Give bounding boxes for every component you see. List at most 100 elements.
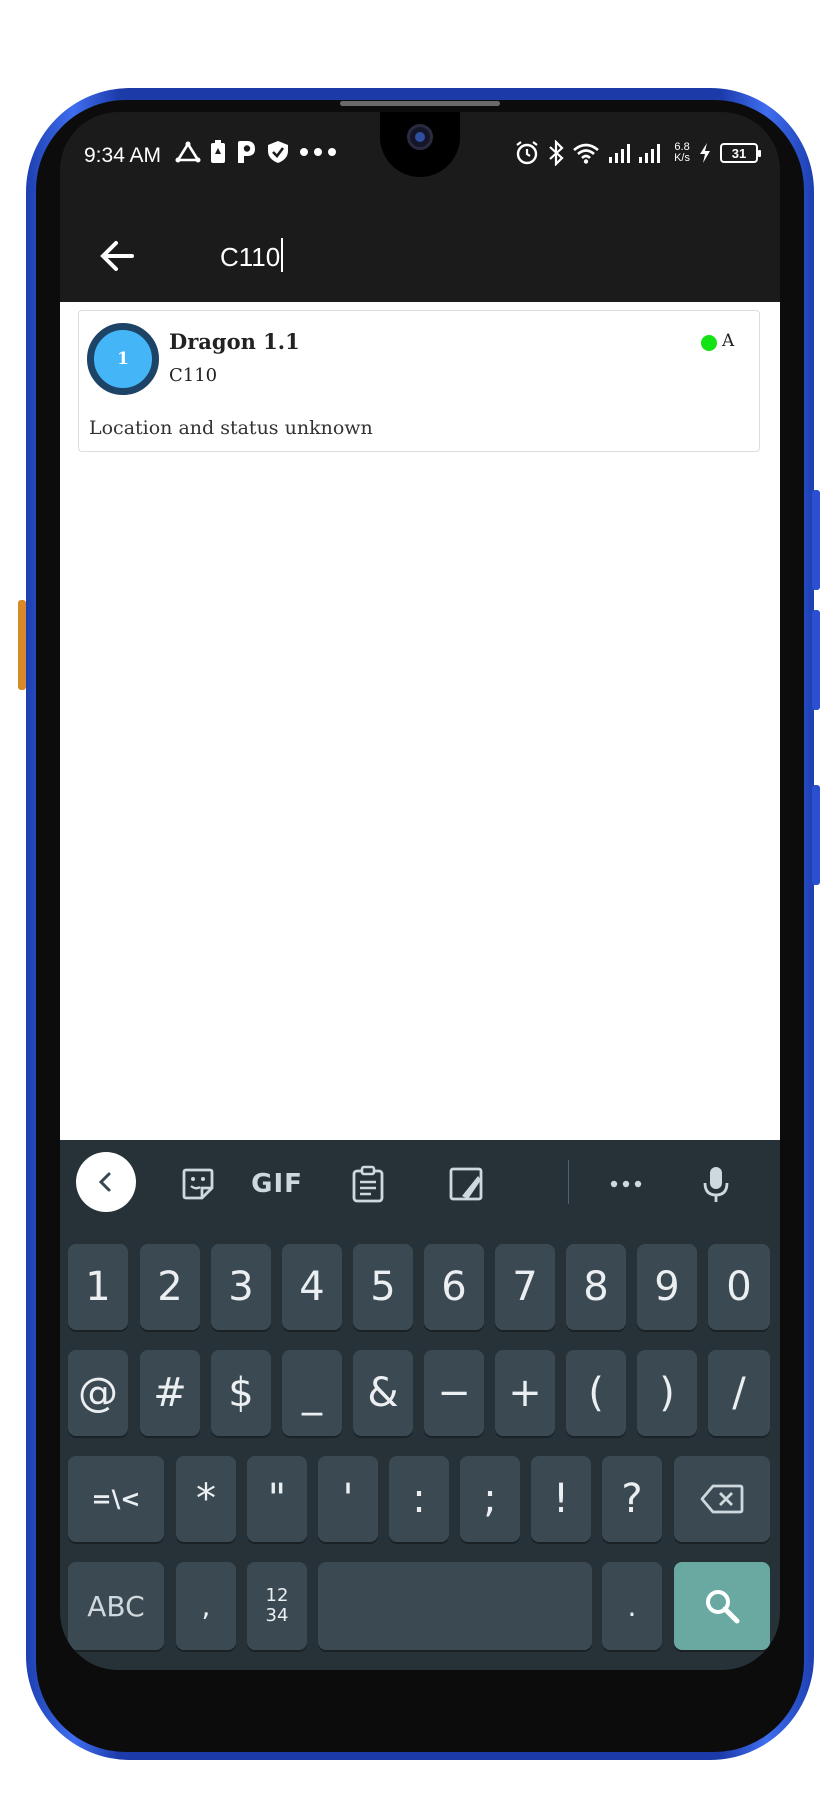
key-2[interactable]: 2: [140, 1244, 200, 1330]
key-label: +: [508, 1370, 542, 1416]
search-icon: [706, 1590, 740, 1624]
key-ampersand[interactable]: &: [353, 1350, 413, 1436]
key-period[interactable]: .: [602, 1562, 662, 1650]
key-label-bottom: 34: [265, 1605, 289, 1626]
edit-button[interactable]: [436, 1140, 496, 1228]
key-label: 8: [583, 1264, 609, 1310]
phone-screen: 9:34 AM 6.8 K/s 31 C110 1 Dragon 1.1 C11…: [60, 112, 780, 1670]
battery-tip: [758, 150, 761, 157]
result-card[interactable]: 1 Dragon 1.1 C110 A Location and status …: [78, 310, 760, 452]
key-label: 5: [370, 1264, 396, 1310]
key-label: &: [367, 1370, 399, 1416]
key-label: (: [588, 1370, 604, 1416]
key-slash[interactable]: /: [708, 1350, 770, 1436]
key-label: 6: [441, 1264, 467, 1310]
key-label: /: [732, 1370, 746, 1416]
key-6[interactable]: 6: [424, 1244, 484, 1330]
status-indicator-dot: [701, 335, 717, 351]
sticker-button[interactable]: [168, 1140, 228, 1228]
phone-volume-button-2: [812, 610, 820, 710]
key-semicolon[interactable]: ;: [460, 1456, 520, 1542]
result-subtitle: C110: [169, 365, 218, 386]
key-5[interactable]: 5: [353, 1244, 413, 1330]
wifi-icon: [573, 143, 599, 164]
search-key[interactable]: [674, 1562, 770, 1650]
battery-level: 31: [731, 145, 747, 161]
key-double-quote[interactable]: ": [247, 1456, 307, 1542]
status-bar: 9:34 AM 6.8 K/s 31: [60, 112, 780, 202]
key-label: ?: [621, 1476, 643, 1522]
key-label: :: [412, 1476, 426, 1522]
key-9[interactable]: 9: [637, 1244, 697, 1330]
key-1[interactable]: 1: [68, 1244, 128, 1330]
key-7[interactable]: 7: [495, 1244, 555, 1330]
key-abc[interactable]: ABC: [68, 1562, 164, 1650]
battery-saver-icon: [211, 140, 225, 163]
status-letter: A: [722, 331, 735, 351]
clipboard-icon: [352, 1165, 384, 1203]
backspace-icon: [700, 1484, 744, 1514]
gif-icon: GIF: [251, 1169, 303, 1199]
key-minus[interactable]: −: [424, 1350, 484, 1436]
back-button[interactable]: [92, 230, 144, 282]
net-speed-unit: K/s: [674, 152, 690, 164]
key-label: =\<: [91, 1485, 141, 1513]
phone-volume-button: [812, 490, 820, 590]
status-right-icons: 6.8 K/s 31: [514, 140, 761, 166]
key-paren-close[interactable]: ): [637, 1350, 697, 1436]
key-single-quote[interactable]: ': [318, 1456, 378, 1542]
keyboard-collapse-button[interactable]: [76, 1152, 136, 1212]
key-plus[interactable]: +: [495, 1350, 555, 1436]
key-0[interactable]: 0: [708, 1244, 770, 1330]
key-asterisk[interactable]: *: [176, 1456, 236, 1542]
more-button[interactable]: [596, 1140, 656, 1228]
key-space[interactable]: [318, 1562, 592, 1650]
key-4[interactable]: 4: [282, 1244, 342, 1330]
key-paren-open[interactable]: (: [566, 1350, 626, 1436]
key-label: 4: [299, 1264, 325, 1310]
charging-icon: [700, 143, 710, 163]
key-colon[interactable]: :: [389, 1456, 449, 1542]
key-8[interactable]: 8: [566, 1244, 626, 1330]
result-description: Location and status unknown: [89, 417, 373, 439]
key-number-layout[interactable]: 12 34: [247, 1562, 307, 1650]
key-3[interactable]: 3: [211, 1244, 271, 1330]
avatar: 1: [87, 323, 159, 395]
key-dollar[interactable]: $: [211, 1350, 271, 1436]
toolbar-divider: [568, 1160, 569, 1204]
alarm-icon: [516, 141, 538, 165]
search-results: 1 Dragon 1.1 C110 A Location and status …: [60, 302, 780, 1140]
key-label: 3: [228, 1264, 254, 1310]
key-label: $: [228, 1370, 254, 1416]
key-comma[interactable]: ,: [176, 1562, 236, 1650]
key-hash[interactable]: #: [140, 1350, 200, 1436]
shield-check-icon: [268, 141, 288, 163]
voice-input-button[interactable]: [686, 1140, 746, 1228]
arrow-back-icon: [100, 241, 134, 271]
key-question[interactable]: ?: [602, 1456, 662, 1542]
key-underscore[interactable]: _: [282, 1350, 342, 1436]
key-backspace[interactable]: [674, 1456, 770, 1542]
status-left-icons: [175, 140, 337, 164]
search-input[interactable]: C110: [220, 238, 284, 272]
key-label: ": [267, 1476, 287, 1522]
result-title: Dragon 1.1: [169, 329, 300, 354]
key-label: ,: [201, 1589, 211, 1623]
avatar-number: 1: [117, 349, 129, 369]
phone-side-button-left: [18, 600, 26, 690]
battery-indicator: 31: [720, 143, 761, 163]
key-exclamation[interactable]: !: [531, 1456, 591, 1542]
key-at[interactable]: @: [68, 1350, 128, 1436]
key-label: ': [342, 1476, 354, 1522]
text-caret: [281, 238, 284, 272]
key-more-symbols[interactable]: =\<: [68, 1456, 164, 1542]
gif-button[interactable]: GIF: [242, 1140, 312, 1228]
status-time: 9:34 AM: [84, 144, 162, 167]
key-label: *: [196, 1476, 216, 1522]
key-label: #: [153, 1370, 187, 1416]
parking-icon: [238, 141, 255, 163]
delta-icon: [175, 141, 201, 163]
clipboard-button[interactable]: [338, 1140, 398, 1228]
phone-power-button: [812, 785, 820, 885]
front-camera: [407, 124, 433, 150]
